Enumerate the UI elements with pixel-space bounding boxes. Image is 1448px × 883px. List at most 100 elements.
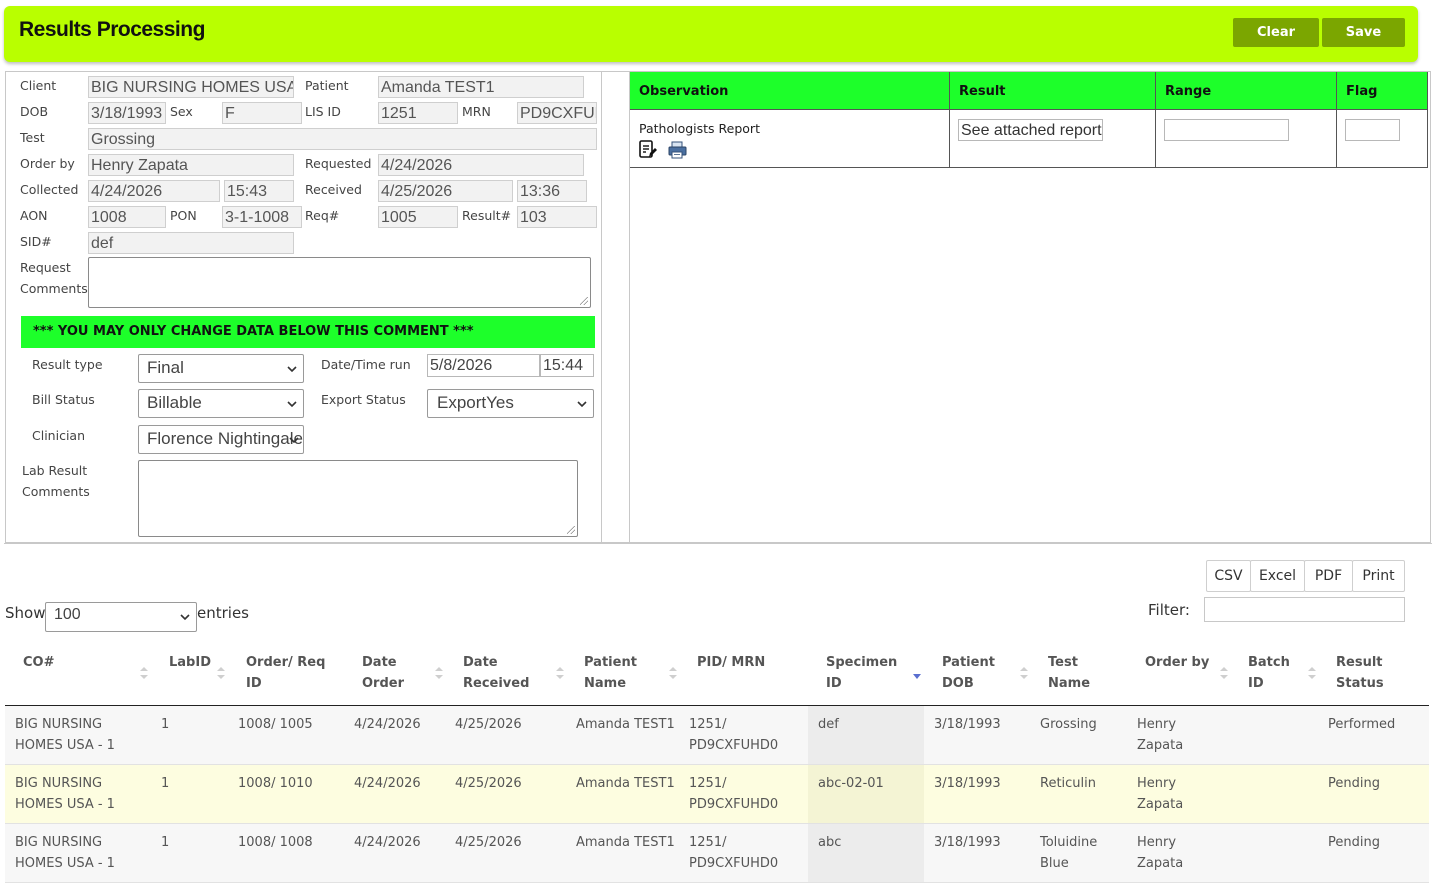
collected-time-field: 15:43 [224, 180, 294, 202]
column-header-label: DOB [942, 676, 974, 691]
cell-text: 4/25/2026 [455, 717, 522, 732]
column-header[interactable]: Batch ID [1248, 652, 1290, 694]
table-cell: 4/25/2026 [455, 773, 522, 794]
sort-icon[interactable] [435, 666, 443, 680]
observation-name: Pathologists Report [639, 121, 760, 136]
result-type-value: Final [147, 358, 184, 377]
edit-notice-banner: *** YOU MAY ONLY CHANGE DATA BELOW THIS … [21, 316, 595, 348]
range-input[interactable] [1164, 119, 1289, 141]
sort-icon[interactable] [1220, 666, 1228, 680]
export-status-value: ExportYes [437, 393, 514, 412]
date-run-input[interactable]: 5/8/2026 [427, 354, 540, 377]
clear-button[interactable]: Clear [1233, 18, 1319, 47]
sort-icon[interactable] [140, 666, 148, 680]
column-header[interactable]: PID/ MRN [697, 652, 765, 673]
mrn-label: MRN [462, 104, 491, 119]
flag-input[interactable] [1345, 119, 1400, 141]
lab-comments-label: Lab Result [22, 463, 88, 478]
clinician-select[interactable]: Florence Nightingale [138, 425, 304, 454]
save-button[interactable]: Save [1322, 18, 1405, 47]
request-comments-label: Request [20, 260, 71, 275]
column-header[interactable]: Date Order [362, 652, 404, 694]
sort-icon[interactable] [556, 666, 564, 680]
sort-desc-icon[interactable] [913, 666, 921, 680]
table-cell: Henry Zapata [1137, 773, 1183, 815]
req-field: 1005 [378, 206, 458, 228]
table-cell: Pending [1328, 773, 1380, 794]
cell-text: HOMES USA - 1 [15, 797, 115, 812]
resize-handle[interactable] [567, 526, 575, 534]
column-header[interactable]: Patient DOB [942, 652, 995, 694]
csv-button[interactable]: CSV [1206, 560, 1251, 592]
client-field: BIG NURSING HOMES USA [88, 76, 294, 98]
column-header[interactable]: Test Name [1048, 652, 1090, 694]
page-title: Results Processing [19, 18, 205, 41]
column-header[interactable]: Patient Name [584, 652, 637, 694]
cell-text: BIG NURSING [15, 835, 103, 850]
table-cell: 1 [161, 832, 169, 853]
divider [4, 543, 1432, 544]
sid-label: SID# [20, 234, 52, 249]
table-cell: Amanda TEST1 [576, 773, 675, 794]
patient-label: Patient [305, 78, 349, 93]
export-status-select[interactable]: ExportYes [427, 389, 594, 418]
cell-text: Amanda TEST1 [576, 776, 675, 791]
pdf-button[interactable]: PDF [1304, 560, 1353, 592]
sort-icon[interactable] [1308, 666, 1316, 680]
table-cell: 4/25/2026 [455, 714, 522, 735]
cell-text: 1 [161, 717, 170, 732]
request-comments-textarea[interactable] [88, 257, 591, 308]
table-cell: 4/24/2026 [354, 773, 421, 794]
order-by-label: Order by [20, 156, 75, 171]
column-header-label: Status [1336, 676, 1384, 691]
cell-text: Toluidine [1040, 835, 1098, 850]
sid-field: def [88, 232, 294, 254]
table-cell: def [818, 714, 839, 735]
cell-text: 1008/ 1010 [238, 776, 313, 791]
lis-id-label: LIS ID [305, 104, 341, 119]
page-size-select[interactable]: 100 [45, 602, 197, 632]
sort-icon[interactable] [669, 666, 677, 680]
range-header: Range [1156, 72, 1337, 110]
sort-icon[interactable] [1020, 666, 1028, 680]
range-cell [1156, 110, 1337, 168]
column-header[interactable]: CO# [23, 652, 54, 673]
resize-handle[interactable] [580, 297, 588, 305]
cell-text: Blue [1040, 856, 1069, 871]
printer-icon[interactable] [668, 141, 687, 159]
column-header-label: Order/ Req [246, 655, 326, 670]
time-run-input[interactable]: 15:44 [540, 354, 594, 377]
column-header[interactable]: Date Received [463, 652, 529, 694]
observation-cell: Pathologists Report [630, 110, 950, 168]
table-row[interactable]: BIG NURSING HOMES USA - 1 1 1008/ 1005 4/24/… [5, 706, 1429, 765]
edit-note-icon[interactable] [639, 140, 657, 159]
column-header-label: Received [463, 676, 530, 691]
page-size-value: 100 [54, 606, 81, 623]
table-cell: 1 [161, 714, 169, 735]
column-header-label: ID [246, 676, 262, 691]
table-row[interactable]: BIG NURSING HOMES USA - 1 1 1008/ 1008 4/24/… [5, 824, 1429, 883]
table-cell: 1008/ 1010 [238, 773, 313, 794]
table-cell: BIG NURSING HOMES USA - 1 [15, 714, 115, 756]
filter-input[interactable] [1204, 597, 1405, 622]
print-button[interactable]: Print [1352, 560, 1405, 592]
table-cell: 1251/PD9CXFUHD0 [689, 714, 778, 756]
column-header[interactable]: Order by [1145, 652, 1209, 673]
result-type-select[interactable]: Final [138, 354, 304, 383]
table-cell: 3/18/1993 [934, 832, 1001, 853]
received-label: Received [305, 182, 362, 197]
column-header[interactable]: Result Status [1336, 652, 1384, 694]
bill-status-select[interactable]: Billable [138, 389, 304, 418]
result-input[interactable]: See attached report [958, 119, 1103, 141]
sort-icon[interactable] [217, 666, 225, 680]
test-label: Test [20, 130, 45, 145]
entries-label: entries [197, 604, 249, 622]
column-header-label: Patient [942, 655, 995, 670]
lab-result-comments-textarea[interactable] [138, 460, 578, 537]
column-header[interactable]: LabID [169, 652, 211, 673]
excel-button[interactable]: Excel [1250, 560, 1305, 592]
table-row[interactable]: BIG NURSING HOMES USA - 1 1 1008/ 1010 4/24/… [5, 765, 1429, 824]
column-header[interactable]: Specimen ID [826, 652, 897, 694]
cell-text: 1251/ [689, 835, 727, 850]
column-header[interactable]: Order/ Req ID [246, 652, 325, 694]
